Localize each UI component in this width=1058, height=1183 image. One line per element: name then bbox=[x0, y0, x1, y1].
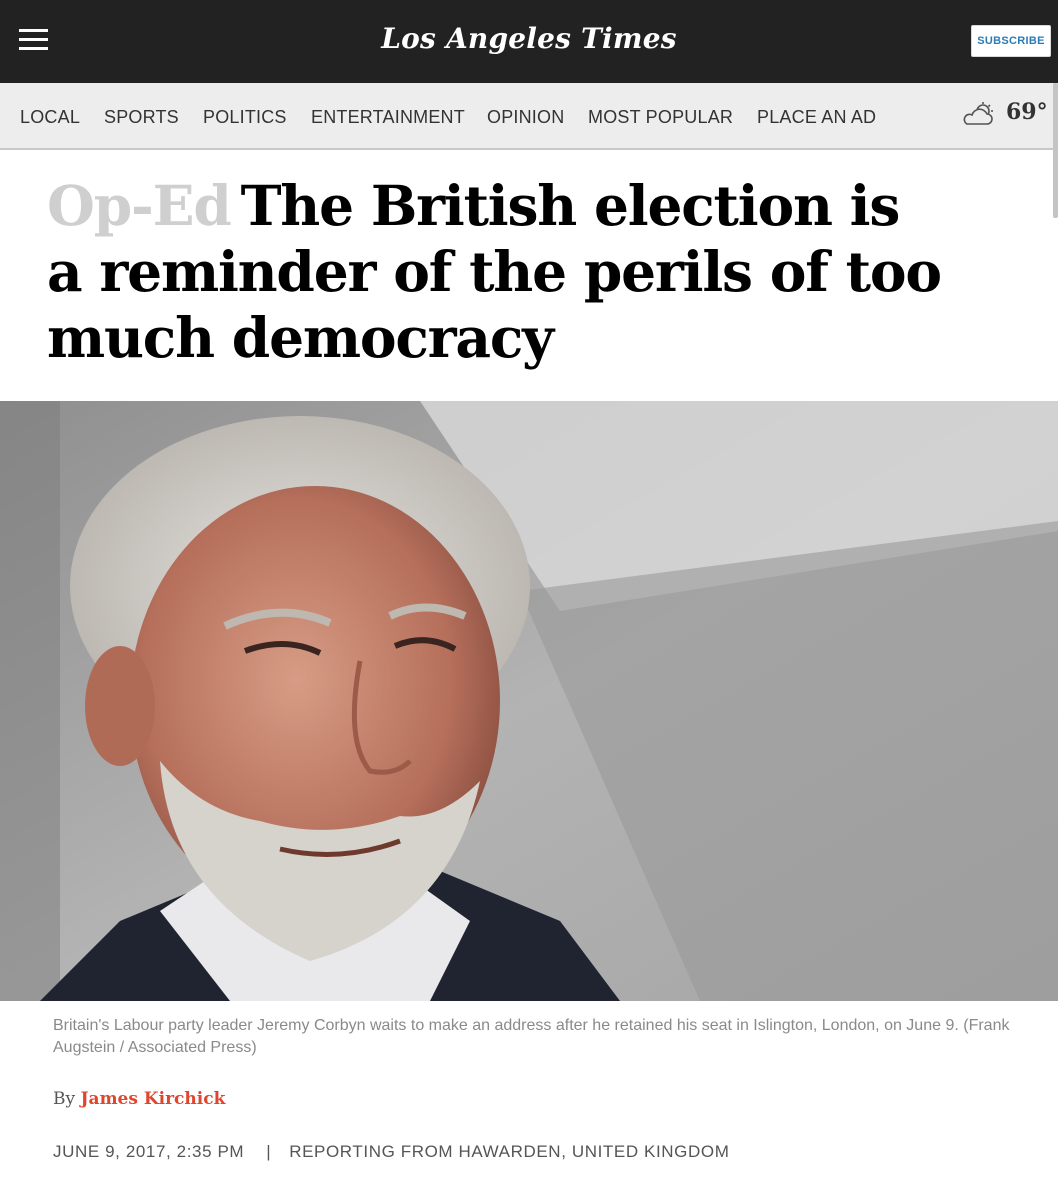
publish-date: JUNE 9, 2017, 2:35 PM bbox=[53, 1142, 245, 1161]
article-photo-image bbox=[0, 401, 1058, 1001]
article-photo bbox=[0, 401, 1058, 1001]
section-nav: LOCAL SPORTS POLITICS ENTERTAINMENT OPIN… bbox=[0, 83, 1058, 150]
site-logo[interactable]: Los Angeles Times bbox=[0, 22, 1058, 55]
nav-item-sports[interactable]: SPORTS bbox=[104, 107, 179, 128]
site-header: Los Angeles Times SUBSCRIBE bbox=[0, 0, 1058, 83]
nav-item-most-popular[interactable]: MOST POPULAR bbox=[588, 107, 733, 128]
dateline: JUNE 9, 2017, 2:35 PM | REPORTING FROM HAW… bbox=[53, 1142, 729, 1162]
byline-prefix: By bbox=[53, 1089, 76, 1109]
nav-item-place-an-ad[interactable]: PLACE AN AD bbox=[757, 107, 876, 128]
article-headline: Op-Ed The British election is a reminder … bbox=[47, 173, 947, 371]
nav-item-local[interactable]: LOCAL bbox=[20, 107, 80, 128]
nav-item-entertainment[interactable]: ENTERTAINMENT bbox=[311, 107, 465, 128]
partly-cloudy-icon[interactable] bbox=[961, 101, 995, 127]
author-link[interactable]: James Kirchick bbox=[81, 1089, 226, 1109]
reporting-location: REPORTING FROM HAWARDEN, UNITED KINGDOM bbox=[289, 1142, 730, 1161]
dateline-separator: | bbox=[266, 1142, 272, 1161]
nav-item-opinion[interactable]: OPINION bbox=[487, 107, 564, 128]
page-scrollbar[interactable] bbox=[1053, 83, 1058, 218]
byline: By James Kirchick bbox=[53, 1089, 225, 1109]
subscribe-button[interactable]: SUBSCRIBE bbox=[971, 25, 1051, 57]
kicker-label[interactable]: Op-Ed bbox=[47, 173, 232, 238]
photo-caption: Britain's Labour party leader Jeremy Cor… bbox=[53, 1017, 1010, 1056]
nav-item-politics[interactable]: POLITICS bbox=[203, 107, 287, 128]
temperature-readout: 69° bbox=[1006, 99, 1048, 125]
